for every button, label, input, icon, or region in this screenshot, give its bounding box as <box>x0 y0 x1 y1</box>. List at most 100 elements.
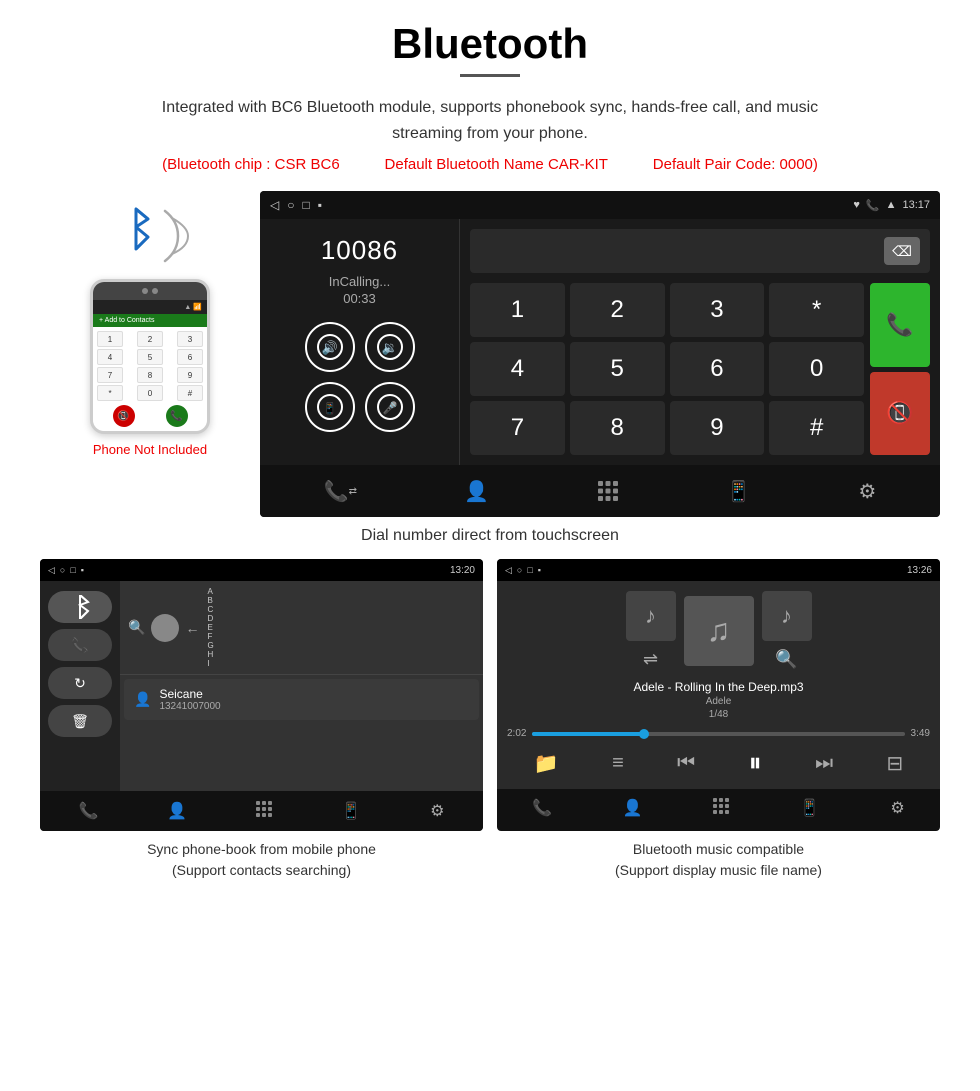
key-5[interactable]: 5 <box>570 342 665 396</box>
pb-bottom-transfer-icon[interactable]: 📱 <box>341 801 361 821</box>
phone-key-5[interactable]: 5 <box>137 349 163 365</box>
key-3[interactable]: 3 <box>670 283 765 337</box>
call-end-btn[interactable]: 📵 <box>870 372 930 456</box>
music-search-icon[interactable]: 🔍 <box>775 649 797 670</box>
music-current-time: 2:02 <box>507 728 526 739</box>
music-status-icons: ◁ ○ □ ▪ <box>505 565 541 576</box>
music-progress-bar[interactable] <box>532 732 904 736</box>
shuffle-icon[interactable]: ⇌ <box>643 649 658 670</box>
transfer-btn[interactable]: 📱 <box>305 382 355 432</box>
main-screenshot-row: ▲ 📶 + Add to Contacts 1 2 3 4 5 6 <box>40 191 940 517</box>
key-1[interactable]: 1 <box>470 283 565 337</box>
music-status-bar: ◁ ○ □ ▪ 13:26 <box>497 559 940 581</box>
music-bottom-settings-icon[interactable]: ⚙ <box>890 798 904 818</box>
key-2[interactable]: 2 <box>570 283 665 337</box>
pb-contact-row[interactable]: 👤 Seicane 13241007000 <box>124 679 479 720</box>
pb-home-icon[interactable]: ○ <box>60 565 65 575</box>
phone-key-0[interactable]: 0 <box>137 385 163 401</box>
music-eq-icon[interactable]: ⊟ <box>887 751 904 776</box>
title-underline <box>460 74 520 77</box>
call-accept-btn[interactable]: 📞 <box>870 283 930 367</box>
music-list-icon[interactable]: ≡ <box>612 752 624 775</box>
mic-btn[interactable]: 🎤 <box>365 382 415 432</box>
car-status-bar: ◁ ○ □ ▪ ♥ 📞 ▲ 13:17 <box>260 191 940 219</box>
pb-bluetooth-btn[interactable] <box>48 591 112 623</box>
music-side-right: ♪ 🔍 <box>762 591 812 670</box>
pb-phone-btn[interactable]: 📞 <box>48 629 112 661</box>
phone-call[interactable]: 📞 <box>166 405 188 427</box>
pb-bottom-contacts-icon[interactable]: 👤 <box>167 801 187 821</box>
phone-key-2[interactable]: 2 <box>137 331 163 347</box>
music-bottom-contacts-icon[interactable]: 👤 <box>623 798 643 818</box>
key-4[interactable]: 4 <box>470 342 565 396</box>
key-star[interactable]: * <box>769 283 864 337</box>
music-back-icon[interactable]: ◁ <box>505 565 512 576</box>
pb-back-arrow[interactable]: ← <box>185 620 199 636</box>
menu-icon[interactable]: ▪ <box>318 198 322 212</box>
back-icon[interactable]: ◁ <box>270 198 279 212</box>
svg-text:🔉: 🔉 <box>381 340 397 356</box>
music-bottom-transfer-icon[interactable]: 📱 <box>800 798 820 818</box>
pb-back-icon[interactable]: ◁ <box>48 565 55 576</box>
pb-bottom-call-icon[interactable]: 📞 <box>78 801 98 821</box>
bottom-call-transfer-icon[interactable]: 📞⇄ <box>324 479 357 504</box>
phone-key-8[interactable]: 8 <box>137 367 163 383</box>
pb-scroll-ball[interactable] <box>151 614 179 642</box>
bottom-contacts-icon[interactable]: 👤 <box>464 479 489 504</box>
phone-end-call[interactable]: 📵 <box>113 405 135 427</box>
main-caption: Dial number direct from touchscreen <box>40 527 940 545</box>
music-artist: Adele <box>706 696 732 707</box>
music-bottom-call-icon[interactable]: 📞 <box>532 798 552 818</box>
music-track-count: 1/48 <box>709 709 728 720</box>
phonebook-screen: ◁ ○ □ ▪ 13:20 <box>40 559 483 831</box>
page-title: Bluetooth <box>40 20 940 68</box>
music-bottom-dialpad-icon[interactable] <box>713 798 729 819</box>
phone-graphic: ▲ 📶 + Add to Contacts 1 2 3 4 5 6 <box>40 191 260 457</box>
recents-icon[interactable]: □ <box>302 198 309 212</box>
pb-bottom-settings-icon[interactable]: ⚙ <box>430 801 444 821</box>
phone-key-6[interactable]: 6 <box>177 349 203 365</box>
dial-number: 10086 <box>321 235 398 266</box>
music-next-btn[interactable]: ⏭ <box>815 752 833 775</box>
key-8[interactable]: 8 <box>570 401 665 455</box>
key-7[interactable]: 7 <box>470 401 565 455</box>
key-0[interactable]: 0 <box>769 342 864 396</box>
pb-recents-icon[interactable]: □ <box>70 565 75 575</box>
dialpad-grid: 1 2 3 * 4 5 6 0 7 8 9 # <box>470 283 864 455</box>
pb-menu-icon[interactable]: ▪ <box>81 565 84 575</box>
music-recents-icon[interactable]: □ <box>527 565 532 576</box>
music-folder-icon[interactable]: 📁 <box>534 751 559 776</box>
volume-up-btn[interactable]: 🔊 <box>305 322 355 372</box>
phone-key-hash[interactable]: # <box>177 385 203 401</box>
bottom-transfer-icon[interactable]: 📱 <box>726 479 751 504</box>
phone-key-1[interactable]: 1 <box>97 331 123 347</box>
music-pause-btn[interactable]: ⏸ <box>749 747 762 779</box>
music-prev-btn[interactable]: ⏮ <box>677 752 695 775</box>
key-6[interactable]: 6 <box>670 342 765 396</box>
phone-key-4[interactable]: 4 <box>97 349 123 365</box>
key-9[interactable]: 9 <box>670 401 765 455</box>
pb-search-icon[interactable]: 🔍 <box>128 619 145 636</box>
music-album-art: ♫ <box>684 596 754 666</box>
bottom-settings-icon[interactable]: ⚙ <box>858 479 876 504</box>
pb-sync-btn[interactable]: ↻ <box>48 667 112 699</box>
music-progress-fill <box>532 732 644 736</box>
phone-key-9[interactable]: 9 <box>177 367 203 383</box>
phone-key-7[interactable]: 7 <box>97 367 123 383</box>
phone-key-star[interactable]: * <box>97 385 123 401</box>
key-hash[interactable]: # <box>769 401 864 455</box>
home-icon[interactable]: ○ <box>287 198 294 212</box>
backspace-btn[interactable]: ⌫ <box>884 237 920 265</box>
music-home-icon[interactable]: ○ <box>517 565 522 576</box>
call-buttons-col: 📞 📵 <box>870 283 930 455</box>
dial-left-panel: 10086 InCalling... 00:33 🔊 <box>260 219 460 465</box>
volume-down-btn[interactable]: 🔉 <box>365 322 415 372</box>
pb-delete-btn[interactable]: 🗑 <box>48 705 112 737</box>
wifi-icon: ▲ <box>886 199 897 211</box>
phone-key-3[interactable]: 3 <box>177 331 203 347</box>
pb-bottom-dialpad-icon[interactable] <box>256 801 272 822</box>
pb-contact-icon: 👤 <box>134 691 151 708</box>
add-contacts-btn[interactable]: + Add to Contacts <box>93 314 207 327</box>
music-menu-icon[interactable]: ▪ <box>538 565 541 576</box>
bottom-dialpad-icon[interactable] <box>597 480 619 502</box>
